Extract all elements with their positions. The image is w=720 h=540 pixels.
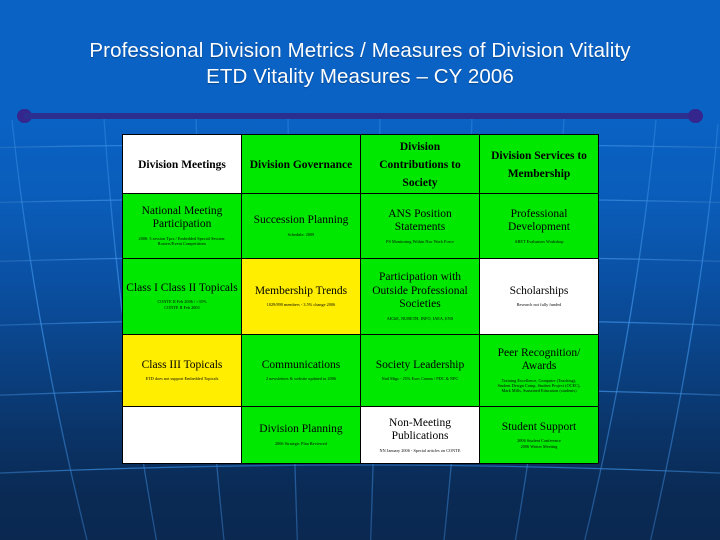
metric-label: National Meeting Participation	[141, 204, 223, 231]
metric-cell: Scholarships Research not fully funded	[479, 257, 599, 335]
metric-cell: National Meeting Participation 2006: 3 se…	[122, 193, 242, 259]
empty-cell	[126, 430, 238, 440]
metric-detail: NN January 2006 - Special articles on CO…	[379, 447, 461, 453]
metric-label: Peer Recognition/ Awards	[497, 346, 581, 373]
metric-label: Communications	[261, 358, 341, 371]
header-label: Division Services to Membership	[491, 150, 587, 180]
metric-label: Succession Planning	[253, 214, 349, 227]
slide-title: Professional Division Metrics / Measures…	[30, 38, 690, 90]
table-header-cell: Division Contributions to Society	[360, 134, 480, 194]
metric-cell: Participation with Outside Professional …	[360, 257, 480, 335]
table-row: Class I Class II Topicals CONTE II Feb 20…	[122, 257, 599, 335]
header-label: Division Contributions to Society	[379, 141, 461, 189]
metric-detail: CONTE II Feb 2006 / >35% CONTE II Feb 20…	[157, 299, 207, 310]
metric-cell: Society Leadership Natl Mtgs - 25% Exec C…	[360, 333, 480, 407]
metric-detail: AIChE, NURETH, INFO, IAEA, ENS	[386, 315, 454, 321]
metric-label: Scholarships	[509, 284, 569, 297]
metric-cell: Class III Topicals ETD does not support E…	[122, 333, 242, 407]
metric-detail: 2006 Student Conference 2006 Winter Meet…	[517, 438, 561, 449]
header-label: Division Governance	[249, 159, 353, 171]
metric-cell: Succession Planning Schedule: 2009	[241, 193, 361, 259]
metric-cell: Student Support 2006 Student Conference 2…	[479, 405, 599, 465]
metric-detail: PS Monitoring Within Nuc Work Force	[386, 238, 454, 244]
metric-detail: Research not fully funded	[516, 302, 562, 308]
divider-dot-right	[688, 109, 703, 123]
metric-detail: 1029/890 members - 3.5% change 2006	[266, 302, 336, 308]
metric-cell: ANS Position Statements PS Monitoring Wit…	[360, 193, 480, 259]
metric-cell	[122, 405, 242, 465]
metric-detail: Schedule: 2009	[287, 231, 315, 237]
divider-bar	[24, 113, 696, 119]
title-line-1: Professional Division Metrics / Measures…	[89, 39, 631, 62]
metric-label: Class I Class II Topicals	[126, 281, 238, 294]
table-header-cell: Division Meetings	[122, 134, 242, 194]
table-row: National Meeting Participation 2006: 3 se…	[122, 193, 599, 259]
title-line-2: ETD Vitality Measures – CY 2006	[206, 65, 514, 88]
metric-detail: ABET Evaluators Workshop	[514, 238, 564, 244]
metric-label: Society Leadership	[375, 358, 465, 371]
metric-detail: Training Excellence, Computer (Teaching)…	[497, 377, 581, 394]
vitality-measures-table: Division Meetings Division Governance Divi…	[122, 134, 599, 465]
table-header-cell: Division Services to Membership	[479, 134, 599, 194]
metric-detail: 2 newsletters & website updated in 2006	[265, 376, 337, 382]
metric-label: Membership Trends	[254, 284, 348, 297]
metric-label: ANS Position Statements	[388, 207, 452, 234]
metric-cell: Division Planning 2006 Strategic Plan Rev…	[241, 405, 361, 465]
header-label: Division Meetings	[138, 159, 226, 171]
metric-label: Participation with Outside Professional …	[372, 271, 468, 311]
metric-detail: ETD does not support Embedded Topicals	[145, 376, 219, 382]
table-header-cell: Division Governance	[241, 134, 361, 194]
metric-label: Professional Development	[508, 207, 570, 234]
metric-detail: Natl Mtgs - 25% Exec Comm / PDC & NPC	[381, 376, 459, 382]
metric-cell: Peer Recognition/ Awards Training Excelle…	[479, 333, 599, 407]
metric-detail: 2006: 3 session Tpcs / Embedded Special …	[138, 235, 226, 247]
title-divider	[0, 106, 720, 126]
metric-cell: Membership Trends 1029/890 members - 3.5%…	[241, 257, 361, 335]
metric-cell: Professional Development ABET Evaluators …	[479, 193, 599, 259]
metric-label: Non-Meeting Publications	[389, 416, 451, 443]
metric-cell: Communications 2 newsletters & website up…	[241, 333, 361, 407]
metric-cell: Class I Class II Topicals CONTE II Feb 20…	[122, 257, 242, 335]
slide-canvas: Professional Division Metrics / Measures…	[0, 0, 720, 540]
metric-label: Student Support	[501, 420, 577, 433]
table-row: Division Planning 2006 Strategic Plan Rev…	[122, 405, 599, 465]
metric-label: Class III Topicals	[141, 358, 223, 371]
table-header-row: Division Meetings Division Governance Divi…	[122, 134, 599, 194]
metric-detail: 2006 Strategic Plan Reviewed	[275, 440, 327, 446]
table-row: Class III Topicals ETD does not support E…	[122, 333, 599, 407]
metric-label: Division Planning	[259, 423, 343, 436]
metric-cell: Non-Meeting Publications NN January 2006 …	[360, 405, 480, 465]
